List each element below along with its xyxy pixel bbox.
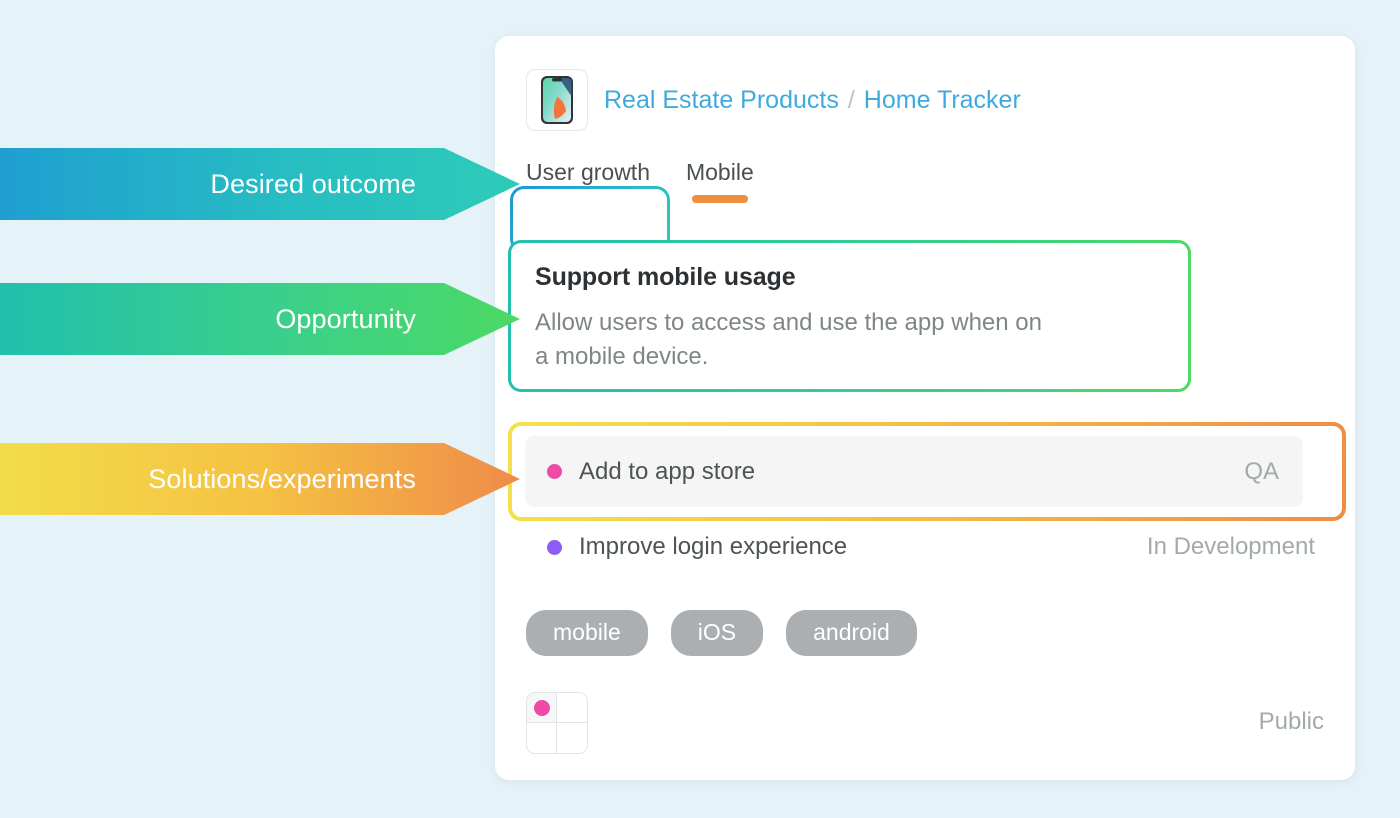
- breadcrumb-current-link[interactable]: Home Tracker: [864, 86, 1021, 115]
- matrix-quadrant-top-right: [557, 693, 587, 723]
- annotation-solutions-experiments: Solutions/experiments: [0, 443, 520, 515]
- tag-mobile[interactable]: mobile: [526, 610, 648, 656]
- matrix-dot-icon: [533, 699, 550, 716]
- annotation-label: Solutions/experiments: [148, 463, 416, 494]
- opportunity-matrix-icon[interactable]: [526, 692, 588, 754]
- tab-underline: [526, 195, 650, 204]
- solution-row[interactable]: Add to app store QA: [525, 436, 1303, 507]
- tag-list: mobile iOS android: [526, 610, 917, 656]
- tab-label: User growth: [526, 159, 650, 185]
- phone-thumbnail-icon: [526, 69, 588, 131]
- annotation-label: Desired outcome: [210, 168, 416, 199]
- opportunity-description: Allow users to access and use the app wh…: [535, 309, 1042, 371]
- breadcrumb: Real Estate Products / Home Tracker: [604, 86, 1021, 115]
- tag-ios[interactable]: iOS: [670, 610, 764, 656]
- annotation-label: Opportunity: [275, 303, 416, 334]
- solution-name: Add to app store: [579, 457, 756, 485]
- annotation-desired-outcome: Desired outcome: [0, 148, 520, 220]
- solution-status-dot-icon: [547, 539, 562, 555]
- opportunity-card: Real Estate Products / Home Tracker User…: [495, 36, 1355, 780]
- matrix-quadrant-bottom-left: [527, 723, 557, 753]
- solution-status-dot-icon: [547, 464, 562, 479]
- tab-mobile[interactable]: Mobile: [668, 148, 772, 204]
- visibility-label: Public: [1258, 708, 1324, 735]
- annotation-opportunity: Opportunity: [0, 283, 520, 355]
- solution-status: In Development: [1146, 533, 1315, 560]
- solution-row[interactable]: Improve login experience In Development: [525, 523, 1315, 571]
- solution-name: Improve login experience: [579, 533, 848, 560]
- tab-label: Mobile: [685, 159, 754, 185]
- opportunity-content: Support mobile usage Allow users to acce…: [511, 243, 1188, 389]
- tag-android[interactable]: android: [786, 610, 917, 656]
- matrix-quadrant-top-left: [527, 693, 557, 723]
- breadcrumb-parent-link[interactable]: Real Estate Products: [604, 86, 839, 115]
- matrix-quadrant-bottom-right: [557, 723, 587, 753]
- opportunity-title: Support mobile usage: [535, 263, 796, 291]
- tab-bar: User growth Mobile: [508, 148, 772, 204]
- tab-underline: [692, 195, 748, 204]
- screenshot-root: Desired outcome Opportunity Solutions/ex…: [0, 0, 1400, 818]
- annotation-arrow-shape: [0, 283, 520, 355]
- tab-user-growth[interactable]: User growth: [508, 148, 668, 204]
- annotation-highlight-opportunity[interactable]: Support mobile usage Allow users to acce…: [508, 240, 1191, 392]
- solution-status: QA: [1244, 457, 1279, 485]
- card-header: Real Estate Products / Home Tracker: [526, 69, 1021, 131]
- breadcrumb-separator: /: [847, 85, 855, 114]
